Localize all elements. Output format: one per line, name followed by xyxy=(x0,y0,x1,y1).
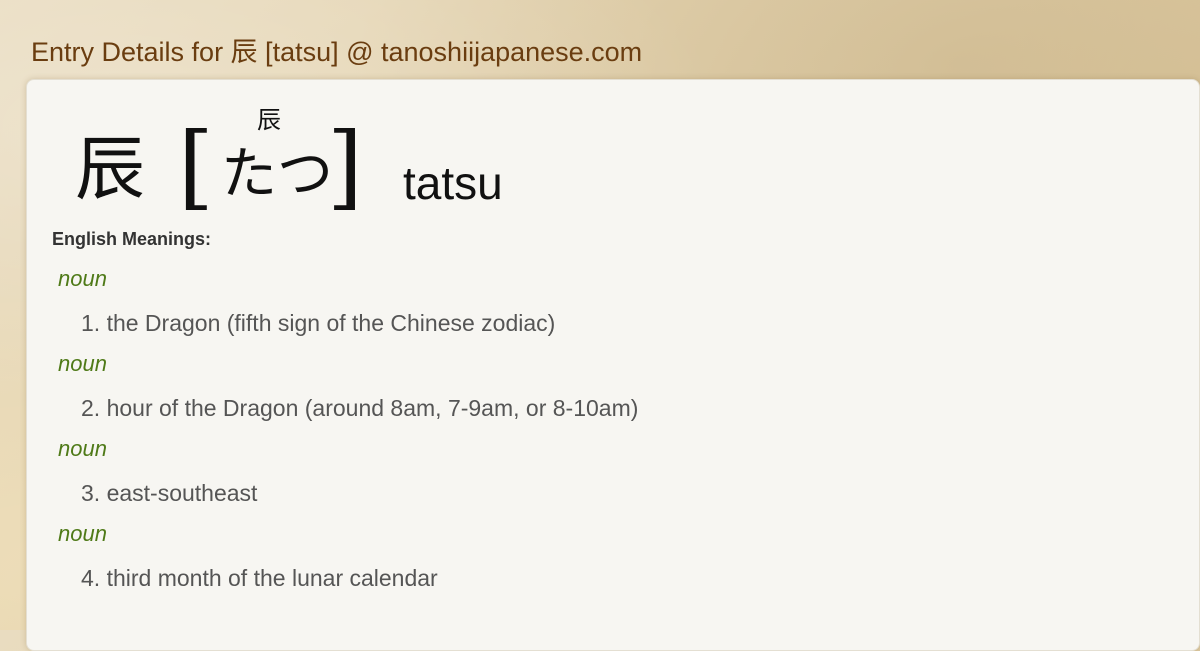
meaning-list: noun 1. the Dragon (fifth sign of the Ch… xyxy=(27,263,1199,603)
part-of-speech: noun xyxy=(58,436,107,461)
meaning-item: noun 3. east-southeast xyxy=(27,433,1199,518)
part-of-speech: noun xyxy=(58,351,107,376)
entry-card: 辰 [ 辰 たつ ] tatsu English Meanings: noun … xyxy=(26,79,1200,651)
headword: 辰 [ 辰 たつ ] tatsu xyxy=(51,94,751,224)
english-meanings-label: English Meanings: xyxy=(52,229,212,249)
reading-bracket-close: ] xyxy=(327,113,363,220)
page-title: Entry Details for 辰 [tatsu] @ tanoshiija… xyxy=(31,37,643,67)
meaning-definition: 2. hour of the Dragon (around 8am, 7-9am… xyxy=(81,395,639,421)
meaning-item: noun 2. hour of the Dragon (around 8am, … xyxy=(27,348,1199,433)
reading-furigana: 辰 xyxy=(257,106,281,134)
reading-romaji: tatsu xyxy=(403,157,503,209)
headword-kanji: 辰 xyxy=(75,128,145,210)
meaning-item: noun 1. the Dragon (fifth sign of the Ch… xyxy=(27,263,1199,348)
part-of-speech: noun xyxy=(58,521,107,546)
reading-bracket-open: [ xyxy=(178,113,214,220)
part-of-speech: noun xyxy=(58,266,107,291)
meaning-definition: 4. third month of the lunar calendar xyxy=(81,565,438,591)
meaning-definition: 3. east-southeast xyxy=(81,480,258,506)
meaning-item: noun 4. third month of the lunar calenda… xyxy=(27,518,1199,603)
reading-kana: たつ xyxy=(221,142,333,207)
meaning-definition: 1. the Dragon (fifth sign of the Chinese… xyxy=(81,310,556,336)
